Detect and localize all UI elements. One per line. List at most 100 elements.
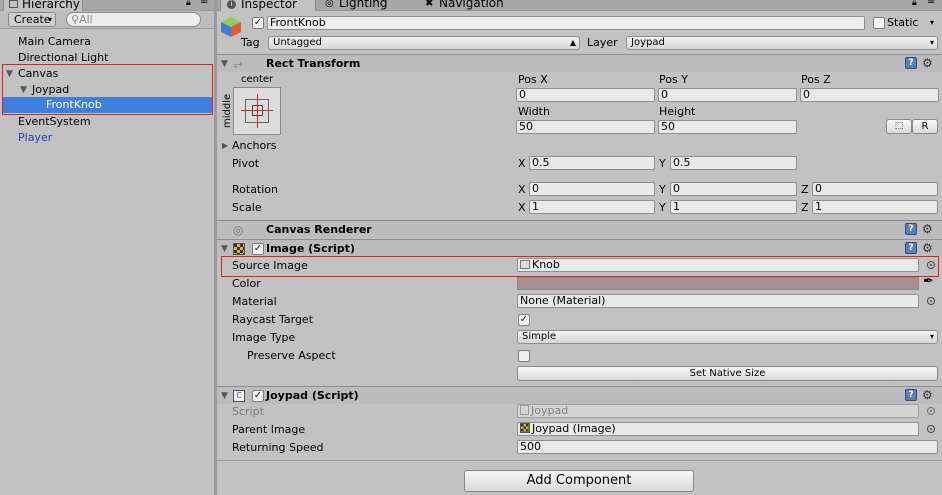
gear-icon[interactable]: ⚙ (922, 223, 933, 235)
object-picker-icon[interactable] (927, 425, 935, 433)
script-field: Joypad (517, 404, 919, 418)
x-label: X (518, 157, 526, 170)
returning-speed-label: Returning Speed (232, 441, 324, 454)
posz-value: 0 (803, 88, 810, 101)
posy-field[interactable]: 0 (658, 88, 797, 102)
parent-image-field[interactable]: Joypad (Image) (517, 422, 919, 436)
raycast-target-checkbox[interactable]: ✓ (518, 314, 530, 326)
scale-label: Scale (232, 201, 262, 214)
posz-field[interactable]: 0 (800, 88, 939, 102)
rotation-y-field[interactable]: 0 (670, 182, 797, 196)
raycast-target-label: Raycast Target (232, 313, 314, 326)
rotation-z-field[interactable]: 0 (812, 182, 938, 196)
anchors-label[interactable]: Anchors (232, 139, 277, 153)
rotation-x-field[interactable]: 0 (529, 182, 655, 196)
hierarchy-toolbar: Create ▾ ⚲All (0, 11, 214, 29)
inspector-panel: i Inspector ◎ Lighting ✖ Navigation 🔒︎ ≡… (217, 0, 942, 495)
joypad-script-header[interactable]: ▼ C ✓ Joypad (Script) ? ⚙ (217, 386, 942, 404)
scale-z-field[interactable]: 1 (812, 200, 938, 214)
help-icon[interactable]: ? (905, 389, 917, 401)
object-picker-icon[interactable] (927, 297, 935, 305)
info-icon: i (227, 0, 236, 9)
material-field[interactable]: None (Material) (517, 294, 919, 308)
active-checkbox[interactable]: ✓ (252, 17, 264, 29)
image-script-header[interactable]: ▼ ✓ Image (Script) ? ⚙ (217, 239, 942, 257)
material-label: Material (232, 295, 277, 308)
gear-icon[interactable]: ⚙ (922, 242, 933, 254)
parent-image-label: Parent Image (232, 423, 306, 436)
create-dropdown[interactable]: Create ▾ (8, 12, 56, 27)
object-name: FrontKnob (270, 16, 326, 29)
scale-z-value: 1 (815, 200, 822, 213)
fold-triangle-icon[interactable]: ▼ (221, 244, 228, 254)
gear-icon[interactable]: ⚙ (922, 389, 933, 401)
color-field[interactable] (517, 277, 919, 290)
scale-y-field[interactable]: 1 (670, 200, 797, 214)
material-value: None (Material) (520, 294, 606, 307)
tag-dropdown[interactable]: Untagged ▲︎ (268, 36, 580, 50)
preserve-aspect-label: Preserve Aspect (247, 349, 336, 362)
lock-icon[interactable]: 🔒︎ (912, 0, 917, 8)
anchor-presets-button[interactable] (233, 87, 281, 135)
scale-x-field[interactable]: 1 (529, 200, 655, 214)
height-label: Height (659, 105, 696, 118)
search-placeholder: All (79, 13, 93, 26)
lock-icon[interactable]: 🔒︎ (186, 0, 191, 8)
help-icon[interactable]: ? (905, 242, 917, 254)
pivot-y-value: 0.5 (673, 156, 691, 169)
static-dropdown-arrow[interactable]: ▾ (930, 18, 934, 27)
raw-edit-button[interactable]: R (912, 119, 938, 134)
set-native-size-button[interactable]: Set Native Size (517, 366, 938, 381)
pivot-label: Pivot (232, 157, 260, 170)
hierarchy-item-directional-light[interactable]: Directional Light (18, 51, 108, 65)
width-field[interactable]: 50 (516, 120, 655, 134)
navigation-icon: ✖ (425, 0, 434, 9)
fold-triangle-icon[interactable]: ▼ (221, 59, 228, 69)
chevron-updown-icon: ▾ (929, 332, 934, 341)
canvas-renderer-header[interactable]: ◎ Canvas Renderer ? ⚙ (217, 220, 942, 238)
gear-icon[interactable]: ⚙ (922, 57, 933, 69)
add-component-label: Add Component (526, 473, 632, 488)
posx-field[interactable]: 0 (516, 88, 655, 102)
layer-value: Joypad (631, 37, 665, 48)
joypad-enabled-checkbox[interactable]: ✓ (252, 390, 264, 402)
panel-menu-icon[interactable]: ≡ (200, 0, 208, 7)
tab-hierarchy[interactable]: Hierarchy (3, 0, 83, 11)
object-name-field[interactable]: FrontKnob (267, 16, 865, 30)
static-checkbox[interactable] (873, 17, 885, 29)
tab-inspector[interactable]: i Inspector (220, 0, 316, 11)
list-icon (9, 0, 18, 8)
blueprint-mode-button[interactable]: ⬚ (886, 119, 912, 134)
item-label: Directional Light (18, 51, 109, 64)
add-component-button[interactable]: Add Component (464, 470, 694, 492)
fold-triangle-icon[interactable]: ▶ (222, 141, 228, 151)
tab-lighting-label: Lighting (339, 0, 388, 10)
anchor-inner-box (252, 105, 263, 116)
image-type-dropdown[interactable]: Simple ▾ (517, 330, 938, 344)
script-value: Joypad (531, 404, 569, 417)
rotation-z-value: 0 (815, 182, 822, 195)
help-icon[interactable]: ? (905, 223, 917, 235)
posx-label: Pos X (518, 73, 548, 86)
pivot-y-field[interactable]: 0.5 (670, 156, 797, 170)
hierarchy-item-eventsystem[interactable]: EventSystem (18, 115, 91, 129)
search-input[interactable]: ⚲All (66, 12, 201, 27)
static-label: Static (887, 16, 919, 29)
layer-dropdown[interactable]: Joypad ▾ (626, 36, 938, 50)
fold-triangle-icon[interactable]: ▼ (221, 391, 228, 401)
help-icon[interactable]: ? (905, 57, 917, 69)
image-enabled-checkbox[interactable]: ✓ (252, 243, 264, 255)
color-label: Color (232, 277, 261, 290)
preserve-aspect-checkbox[interactable] (518, 350, 530, 362)
returning-speed-field[interactable]: 500 (517, 440, 938, 454)
tab-navigation[interactable]: ✖ Navigation (421, 0, 531, 11)
hierarchy-item-player[interactable]: Player (18, 131, 52, 145)
pivot-x-field[interactable]: 0.5 (529, 156, 655, 170)
hierarchy-item-main-camera[interactable]: Main Camera (18, 35, 91, 49)
height-field[interactable]: 50 (658, 120, 797, 134)
panel-menu-icon[interactable]: ≡ (927, 0, 935, 7)
tab-lighting[interactable]: ◎ Lighting (321, 0, 401, 11)
rect-transform-title: Rect Transform (266, 57, 361, 70)
pivot-x-value: 0.5 (532, 156, 550, 169)
rect-transform-header[interactable]: ▼ ⥅ Rect Transform ? ⚙ (217, 54, 942, 72)
